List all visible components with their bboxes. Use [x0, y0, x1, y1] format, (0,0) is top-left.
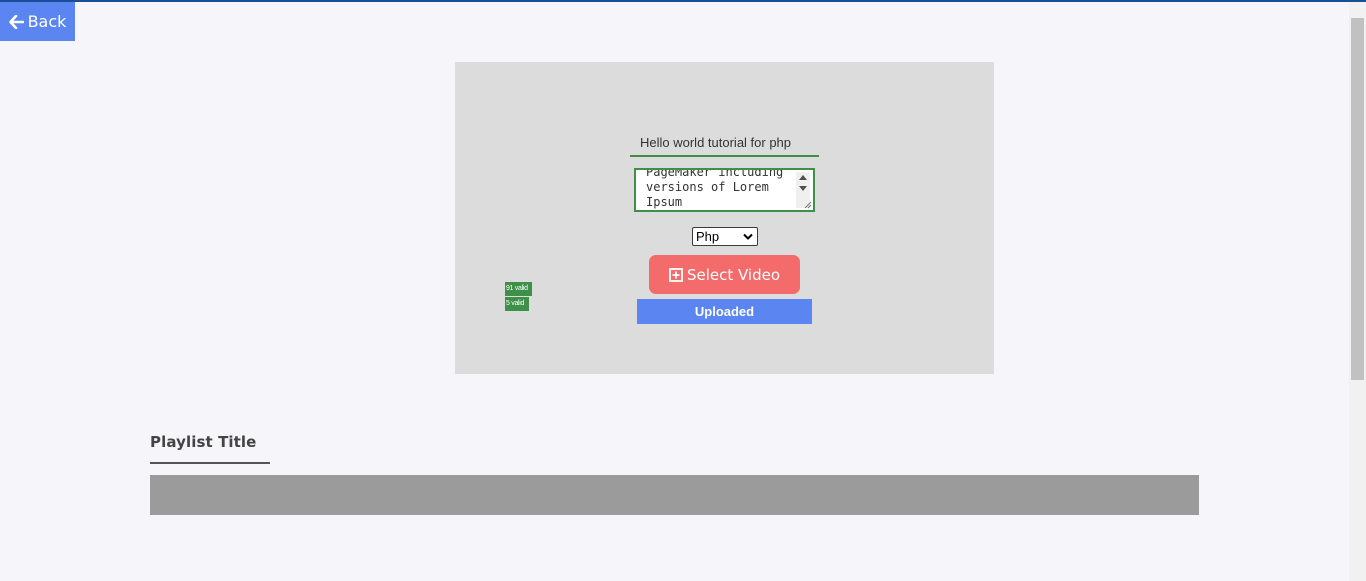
top-accent-line	[0, 0, 1366, 2]
video-upload-panel	[455, 62, 994, 374]
plus-square-icon	[669, 267, 683, 282]
playlist-bar	[150, 475, 1199, 515]
scroll-down-icon[interactable]	[799, 186, 807, 191]
upload-status-bar: Uploaded	[637, 299, 812, 324]
video-title-input[interactable]	[630, 130, 819, 157]
select-video-button[interactable]: Select Video	[649, 255, 800, 294]
back-button-label: Back	[27, 12, 67, 31]
validation-badge: 91 valid	[505, 282, 532, 296]
video-description-textarea[interactable]: PageMaker including versions of Lorem Ip…	[634, 168, 815, 212]
video-description-text: PageMaker including versions of Lorem Ip…	[646, 168, 791, 209]
back-button[interactable]: Back	[0, 2, 75, 41]
page-scrollbar-thumb[interactable]	[1351, 18, 1364, 380]
upload-status-label: Uploaded	[694, 304, 755, 319]
arrow-left-icon	[8, 14, 24, 29]
scroll-up-icon[interactable]	[799, 175, 807, 180]
chevron-down-icon	[743, 233, 753, 240]
category-select[interactable]: Php	[692, 227, 758, 246]
resize-grip-icon[interactable]	[804, 201, 812, 209]
playlist-title-underline	[150, 462, 270, 464]
playlist-title-heading: Playlist Title	[150, 433, 257, 451]
category-select-value: Php	[696, 229, 720, 244]
validation-badge: 5 valid	[505, 297, 529, 311]
select-video-label: Select Video	[686, 265, 781, 284]
